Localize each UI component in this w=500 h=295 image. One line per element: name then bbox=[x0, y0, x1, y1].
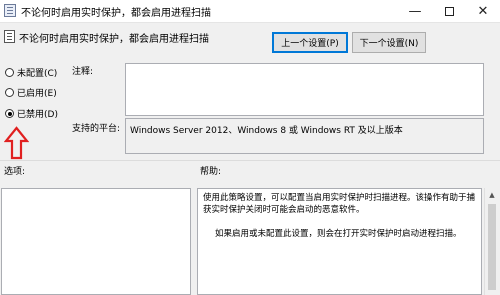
help-paragraph: 使用此策略设置，可以配置当启用实时保护时扫描进程。该操作有助于捕获实时保护关闭时… bbox=[203, 193, 476, 215]
scroll-thumb[interactable] bbox=[488, 204, 496, 290]
maximize-icon bbox=[444, 6, 454, 16]
next-setting-button[interactable]: 下一个设置(N) bbox=[352, 32, 426, 53]
maximize-button[interactable] bbox=[432, 0, 466, 22]
options-label: 选项: bbox=[4, 167, 26, 177]
radio-circle[interactable] bbox=[5, 88, 14, 97]
previous-setting-button[interactable]: 上一个设置(P) bbox=[272, 32, 348, 53]
help-scrollbar[interactable]: ▲ bbox=[484, 188, 499, 295]
close-button[interactable]: ✕ bbox=[466, 0, 500, 22]
annotation-arrow-icon bbox=[4, 126, 29, 160]
close-icon: ✕ bbox=[477, 3, 489, 19]
radio-circle-checked[interactable] bbox=[5, 109, 14, 118]
platform-label: 支持的平台: bbox=[72, 124, 121, 134]
policy-icon bbox=[4, 4, 16, 17]
minimize-button[interactable]: — bbox=[398, 0, 432, 22]
comment-label: 注释: bbox=[72, 67, 94, 77]
radio-label: 已启用(E) bbox=[17, 89, 57, 99]
help-paragraph: 如果启用或未配置此设置，则会在打开实时保护时启动进程扫描。 bbox=[215, 229, 462, 239]
radio-disabled[interactable]: 已禁用(D) bbox=[5, 107, 58, 120]
separator bbox=[0, 160, 500, 161]
minimize-icon: — bbox=[408, 3, 422, 19]
radio-circle[interactable] bbox=[5, 68, 14, 77]
help-pane: 使用此策略设置，可以配置当启用实时保护时扫描进程。该操作有助于捕获实时保护关闭时… bbox=[197, 188, 482, 295]
radio-enabled[interactable]: 已启用(E) bbox=[5, 86, 57, 99]
setting-icon bbox=[4, 30, 15, 43]
radio-label: 已禁用(D) bbox=[17, 110, 58, 120]
comment-field[interactable] bbox=[125, 63, 484, 116]
help-label: 帮助: bbox=[200, 167, 222, 177]
radio-label: 未配置(C) bbox=[17, 69, 58, 79]
options-pane bbox=[1, 188, 191, 295]
window-titlebar: 不论何时启用实时保护，都会启用进程扫描 — ✕ bbox=[0, 0, 500, 23]
setting-title: 不论何时启用实时保护，都会启用进程扫描 bbox=[19, 34, 209, 45]
radio-not-configured[interactable]: 未配置(C) bbox=[5, 66, 57, 79]
scroll-up-icon[interactable]: ▲ bbox=[485, 190, 499, 200]
platform-field: Windows Server 2012、Windows 8 或 Windows … bbox=[125, 118, 484, 154]
window-title: 不论何时启用实时保护，都会启用进程扫描 bbox=[21, 8, 211, 19]
